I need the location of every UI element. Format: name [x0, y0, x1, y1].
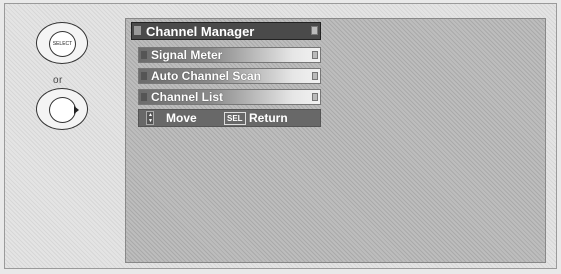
up-down-icon: ▲ ▼: [146, 111, 154, 125]
navigation-pad-center[interactable]: [49, 97, 76, 123]
menu-item-left-tab: [141, 72, 147, 80]
menu-title-bar: Channel Manager: [131, 22, 321, 40]
title-left-tab: [134, 26, 141, 35]
remote-navigation-pad[interactable]: [36, 88, 88, 130]
menu-item-right-tab: [312, 51, 318, 59]
menu-item-auto-channel-scan[interactable]: Auto Channel Scan: [138, 68, 321, 84]
right-arrow-icon: [74, 106, 79, 114]
menu-item-channel-list[interactable]: Channel List: [138, 89, 321, 105]
menu-item-signal-meter[interactable]: Signal Meter: [138, 47, 321, 63]
osd-menu-panel: Channel Manager Signal Meter Auto Channe…: [125, 18, 546, 263]
return-hint: Return: [249, 111, 288, 125]
select-button-label: SELECT: [52, 41, 73, 47]
menu-item-left-tab: [141, 51, 147, 59]
title-right-tab: [311, 26, 318, 35]
menu-title: Channel Manager: [146, 24, 255, 39]
menu-item-label: Channel List: [151, 90, 224, 104]
move-hint: Move: [166, 111, 197, 125]
menu-help-bar: ▲ ▼ Move SEL Return: [138, 109, 321, 127]
menu-item-label: Signal Meter: [151, 48, 223, 62]
menu-item-left-tab: [141, 93, 147, 101]
menu-item-label: Auto Channel Scan: [151, 69, 262, 83]
menu-item-right-tab: [312, 93, 318, 101]
or-label: or: [53, 75, 63, 86]
sel-key-icon: SEL: [224, 112, 246, 125]
select-button-center[interactable]: SELECT: [49, 31, 76, 57]
menu-item-right-tab: [312, 72, 318, 80]
screen-frame: SELECT or Channel Manager Signal Meter A…: [4, 3, 557, 269]
remote-select-button[interactable]: SELECT: [36, 22, 88, 64]
